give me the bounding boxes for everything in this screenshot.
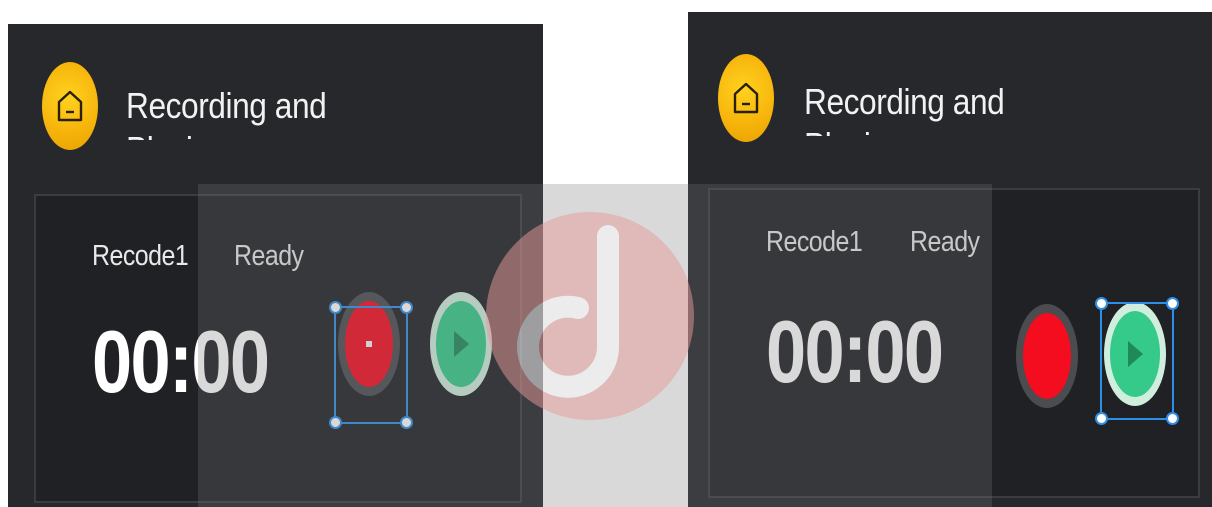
panel-title: Recording and Playing [804, 81, 1005, 136]
recording-panel-left: Recording and Playing Recode1 Ready 00:0… [8, 24, 543, 507]
status-label: Ready [910, 226, 980, 258]
play-icon [436, 301, 486, 387]
record-icon [1023, 313, 1071, 399]
selection-box-play [1095, 297, 1179, 425]
panel-header: Recording and Playing [8, 24, 543, 164]
recording-panel-right: Recording and Playing Recode1 Ready 00:0… [688, 12, 1212, 507]
resize-handle[interactable] [329, 416, 342, 429]
timer-display: 00:00 [766, 302, 944, 401]
resize-handle[interactable] [1166, 412, 1179, 425]
recording-card: Recode1 Ready 00:00 [34, 194, 522, 503]
home-icon [718, 54, 774, 142]
panel-header: Recording and Playing [688, 12, 1212, 152]
recording-card: Recode1 Ready 00:00 [708, 188, 1200, 498]
record-button[interactable] [1016, 304, 1078, 408]
resize-handle[interactable] [400, 301, 413, 314]
resize-handle[interactable] [1095, 297, 1108, 310]
record-name-label: Recode1 [766, 226, 863, 258]
panel-title: Recording and Playing [126, 85, 327, 140]
selection-box-record [329, 301, 413, 429]
record-name-label: Recode1 [92, 240, 189, 272]
play-button[interactable] [430, 292, 492, 396]
resize-handle[interactable] [1095, 412, 1108, 425]
status-label: Ready [234, 240, 304, 272]
home-icon [42, 62, 98, 150]
resize-handle[interactable] [400, 416, 413, 429]
resize-handle[interactable] [329, 301, 342, 314]
timer-display: 00:00 [92, 312, 270, 411]
resize-handle[interactable] [1166, 297, 1179, 310]
